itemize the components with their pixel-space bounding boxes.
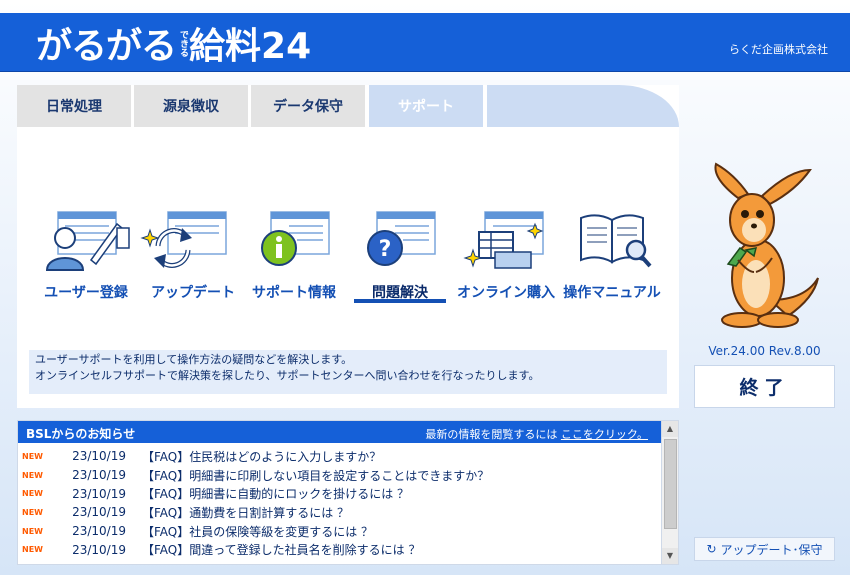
update-label: アップデート <box>151 285 235 301</box>
news-date: 23/10/19 <box>72 524 126 539</box>
online-purchase-label: オンライン購入 <box>457 285 555 301</box>
news-text: 【FAQ】住民税はどのように入力しますか？ <box>142 449 382 464</box>
new-badge: NEW <box>22 526 43 536</box>
tab-bar: 日常処理 源泉徴収 データ保守 サポート <box>17 85 679 127</box>
description-box: ユーザーサポートを利用して操作方法の疑問などを解決します。 オンラインセルフサポ… <box>29 350 667 394</box>
news-text: 【FAQ】間違って登録した社員名を削除するには ？ <box>142 543 421 558</box>
support-info-button[interactable]: サポート情報 <box>239 210 349 310</box>
problem-solving-button[interactable]: ? 問題解決 <box>345 210 455 310</box>
tab-daily[interactable]: 日常処理 <box>17 85 133 127</box>
update-backup-label: アップデート･保守 <box>720 542 823 557</box>
new-badge: NEW <box>22 545 43 555</box>
user-registration-label: ユーザー登録 <box>44 285 128 301</box>
manual-label: 操作マニュアル <box>563 285 661 301</box>
news-item[interactable]: NEW 23/10/19 【FAQ】間違って登録した社員名を削除するには ？ <box>18 540 662 559</box>
company-name: らくだ企画株式会社 <box>729 43 828 56</box>
tab-withholding[interactable]: 源泉徴収 <box>134 85 250 127</box>
news-scrollbar[interactable]: ▲ ▼ <box>661 421 678 564</box>
manual-button[interactable]: 操作マニュアル <box>557 210 667 310</box>
news-item[interactable]: NEW 23/10/19 【FAQ】通勤費を日割計算するには ？ <box>18 503 662 522</box>
news-item[interactable]: NEW 23/10/19 【FAQ】住民税はどのように入力しますか？ <box>18 447 662 466</box>
news-text: 【FAQ】明細書に自動的にロックを掛けるには ？ <box>142 487 410 502</box>
tab-bar-fill <box>487 85 679 127</box>
description-line-2: オンラインセルフサポートで解決策を探したり、サポートセンターへ問い合わせを行なっ… <box>35 369 540 382</box>
question-icon: ? <box>367 211 436 266</box>
news-item[interactable]: NEW 23/10/19 【FAQ】明細書に印刷しない項目を設定することはできま… <box>18 466 662 485</box>
news-item[interactable]: NEW 23/10/19 【FAQ】社員の保険等級を変更するには ？ <box>18 522 662 541</box>
news-text: 【FAQ】社員の保険等級を変更するには ？ <box>142 524 374 539</box>
active-icon-underline <box>354 299 446 303</box>
news-date: 23/10/19 <box>72 468 126 483</box>
logo-main-text: がるがる <box>36 26 177 67</box>
user-registration-icon <box>45 211 130 271</box>
exit-button[interactable]: 終了 <box>694 365 835 408</box>
description-line-1: ユーザーサポートを利用して操作方法の疑問などを解決します。 <box>35 353 353 366</box>
user-registration-button[interactable]: ユーザー登録 <box>31 210 141 310</box>
news-hint: 最新の情報を閲覧するには ここをクリック。 <box>425 426 648 442</box>
svg-text:?: ? <box>379 237 392 262</box>
news-text: 【FAQ】通勤費を日割計算するには ？ <box>142 505 350 520</box>
app-logo: がるがる できる 給料24 <box>36 21 311 67</box>
new-badge: NEW <box>22 489 43 499</box>
news-date: 23/10/19 <box>72 486 126 501</box>
manual-icon <box>580 214 652 268</box>
news-header: BSLからのお知らせ 最新の情報を閲覧するには ここをクリック。 <box>18 421 662 443</box>
news-text: 【FAQ】明細書に印刷しない項目を設定することはできますか？ <box>142 468 490 483</box>
online-purchase-button[interactable]: オンライン購入 <box>451 210 561 310</box>
update-icon <box>140 211 227 268</box>
logo-product-text: 給料24 <box>189 26 312 67</box>
app-header: がるがる できる 給料24 らくだ企画株式会社 <box>0 13 850 72</box>
news-refresh-link[interactable]: ここをクリック。 <box>561 428 648 441</box>
update-button[interactable]: アップデート <box>138 210 248 310</box>
tab-support[interactable]: サポート <box>369 85 485 127</box>
refresh-icon: ↻ <box>706 542 717 556</box>
scroll-down-icon[interactable]: ▼ <box>662 548 678 564</box>
news-panel: BSLからのお知らせ 最新の情報を閲覧するには ここをクリック。 NEW 23/… <box>17 420 679 565</box>
news-item[interactable]: NEW 23/10/19 【FAQ】明細書に自動的にロックを掛けるには ？ <box>18 484 662 503</box>
new-badge: NEW <box>22 507 43 517</box>
news-date: 23/10/19 <box>72 449 126 464</box>
logo-small-text: できる <box>178 29 189 57</box>
news-title: BSLからのお知らせ <box>26 427 136 441</box>
update-backup-button[interactable]: ↻ アップデート･保守 <box>694 537 835 561</box>
version-label: Ver.24.00 Rev.8.00 <box>708 344 821 358</box>
tab-data-maintenance[interactable]: データ保守 <box>251 85 367 127</box>
kangaroo-mascot-icon <box>714 162 819 328</box>
online-purchase-icon <box>463 211 544 269</box>
scroll-up-icon[interactable]: ▲ <box>662 421 678 437</box>
support-info-label: サポート情報 <box>252 285 336 301</box>
news-date: 23/10/19 <box>72 505 126 520</box>
info-icon <box>261 211 330 266</box>
news-hint-text: 最新の情報を閲覧するには <box>425 428 558 441</box>
support-icon-row: ユーザー登録 アップデート サポート情報 ? 問題解決 オンライン購入 操作マニ… <box>17 210 679 310</box>
new-badge: NEW <box>22 470 43 480</box>
new-badge: NEW <box>22 451 43 461</box>
news-list: NEW 23/10/19 【FAQ】住民税はどのように入力しますか？ NEW 2… <box>18 447 662 559</box>
news-date: 23/10/19 <box>72 542 126 557</box>
scrollbar-thumb[interactable] <box>664 439 677 529</box>
main-panel: 日常処理 源泉徴収 データ保守 サポート ユーザー登録 アップデート サポート情… <box>17 85 679 408</box>
